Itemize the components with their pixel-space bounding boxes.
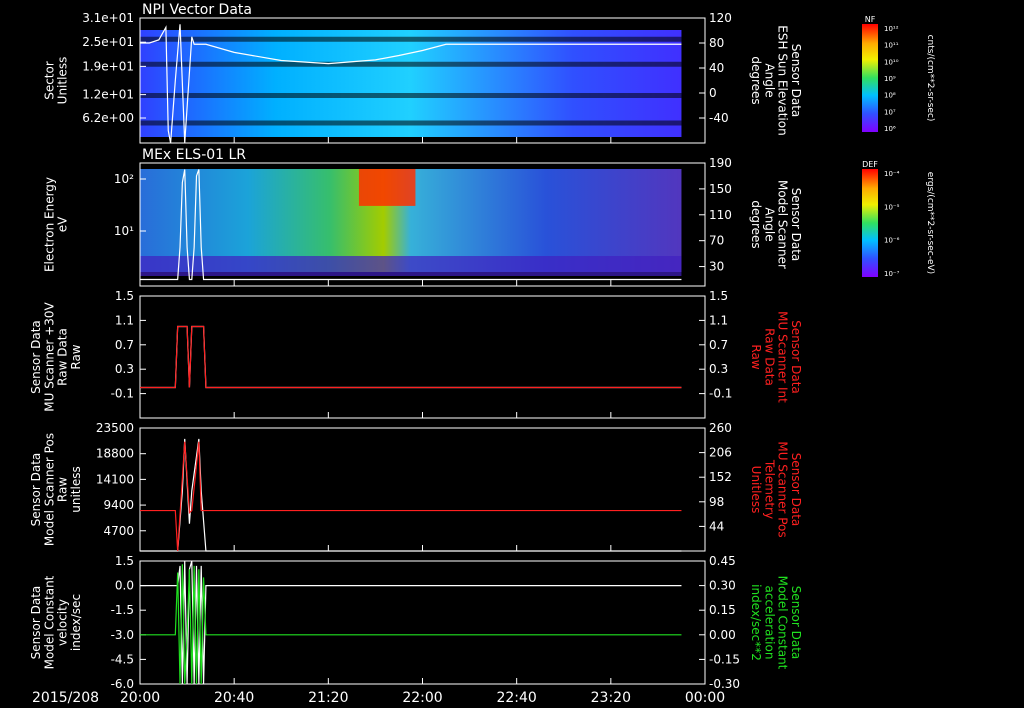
ytick-label: 1.5 [115, 289, 134, 303]
colorbar-tick: 10¹¹ [884, 42, 899, 50]
y2tick-label: 152 [709, 470, 732, 484]
colorbar-label: NF [865, 15, 876, 24]
colorbar-units: ergs/(cm**2-sr-sec-eV) [925, 172, 935, 274]
y2tick-label: -0.1 [709, 387, 732, 401]
y2tick-label: 110 [709, 208, 732, 222]
heatmap-gap-3 [140, 120, 682, 126]
ytick-label: 0.3 [115, 362, 134, 376]
colorbar-tick: 10⁻⁵ [884, 203, 900, 211]
colorbar-label: DEF [862, 160, 878, 169]
xtick-label: 21:20 [308, 690, 348, 706]
y2tick-label: 30 [709, 260, 724, 274]
y2tick-label: 70 [709, 234, 724, 248]
heatmap-gap-1 [140, 61, 682, 67]
colorbar [862, 169, 878, 277]
y2tick-label: 44 [709, 519, 724, 533]
panel-title: MEx ELS-01 LR [142, 147, 246, 163]
y2tick-label: -0.15 [709, 652, 740, 666]
ytick-label: -6.0 [111, 677, 134, 691]
xtick-label: 22:00 [402, 690, 442, 706]
ylabel: SectorUnitless [42, 57, 69, 105]
ytick-label: 1.1 [115, 313, 134, 327]
y2tick-label: 40 [709, 61, 724, 75]
ytick-label: 1.2e+01 [82, 88, 134, 102]
ytick-label: 6.2e+00 [82, 111, 134, 125]
xtick-label: 22:40 [496, 690, 536, 706]
xtick-label: 23:20 [591, 690, 631, 706]
ytick-label: -3.0 [111, 628, 134, 642]
ytick-label: 10¹ [114, 224, 134, 238]
xtick-label: 00:00 [685, 690, 725, 706]
date-label: 2015/208 [32, 690, 99, 706]
colorbar-tick: 10⁸ [884, 92, 896, 100]
y2tick-label: 0.45 [709, 554, 736, 568]
colorbar-tick: 10⁷ [884, 108, 896, 116]
colorbar-tick: 10¹⁰ [884, 58, 899, 66]
colorbar-tick: 10⁻⁶ [884, 237, 900, 245]
y2tick-label: 0.30 [709, 579, 736, 593]
panel-title: NPI Vector Data [142, 2, 252, 18]
xtick-label: 20:00 [120, 690, 160, 706]
y2tick-label: 0.3 [709, 362, 728, 376]
ytick-label: 4700 [103, 524, 134, 538]
heatmap-hotspot [358, 169, 416, 206]
y2tick-label: -0.30 [709, 677, 740, 691]
ytick-label: -1.5 [111, 603, 134, 617]
y2tick-label: 0.15 [709, 603, 736, 617]
xtick-label: 20:40 [214, 690, 254, 706]
heatmap-gap-2 [140, 93, 682, 98]
heatmap-lowband [140, 256, 682, 276]
y2tick-label: 206 [709, 446, 732, 460]
ytick-label: 23500 [96, 421, 134, 435]
ytick-label: 14100 [96, 472, 134, 486]
y2tick-label: 98 [709, 495, 724, 509]
ytick-label: -4.5 [111, 652, 134, 666]
y2tick-label: 80 [709, 36, 724, 50]
ytick-label: 9400 [103, 498, 134, 512]
ytick-label: 1.9e+01 [82, 59, 134, 73]
y2tick-label: 0 [709, 86, 717, 100]
colorbar-tick: 10⁹ [884, 75, 896, 83]
y2tick-label: 150 [709, 182, 732, 196]
colorbar-tick: 10⁻⁷ [884, 270, 900, 278]
y2tick-label: 1.1 [709, 313, 728, 327]
colorbar-tick: 10¹² [884, 25, 899, 33]
y2label: Sensor DataModel Constantaccelerationind… [749, 576, 803, 670]
colorbar-tick: 10⁶ [884, 125, 896, 133]
y2tick-label: 260 [709, 421, 732, 435]
ytick-label: 0.0 [115, 579, 134, 593]
y2tick-label: 190 [709, 156, 732, 170]
ytick-label: 2.5e+01 [82, 35, 134, 49]
y2tick-label: -40 [709, 111, 729, 125]
ytick-label: -0.1 [111, 387, 134, 401]
heatmap-gap-0 [140, 36, 682, 42]
y2tick-label: 120 [709, 11, 732, 25]
colorbar-units: cnts/(cm**2-sr-sec) [925, 35, 935, 122]
ytick-label: 1.5 [115, 554, 134, 568]
y2tick-label: 0.7 [709, 338, 728, 352]
multi-panel-plot: 3.1e+01 2.5e+01 1.9e+01 1.2e+01 6.2e+00 120 80… [0, 0, 1024, 708]
ytick-label: 0.7 [115, 338, 134, 352]
y2tick-label: 1.5 [709, 289, 728, 303]
y2tick-label: 0.00 [709, 628, 736, 642]
ytick-label: 3.1e+01 [82, 11, 134, 25]
colorbar [862, 24, 878, 132]
colorbar-tick: 10⁻⁴ [884, 170, 900, 178]
ytick-label: 18800 [96, 447, 134, 461]
ytick-label: 10² [114, 172, 134, 186]
